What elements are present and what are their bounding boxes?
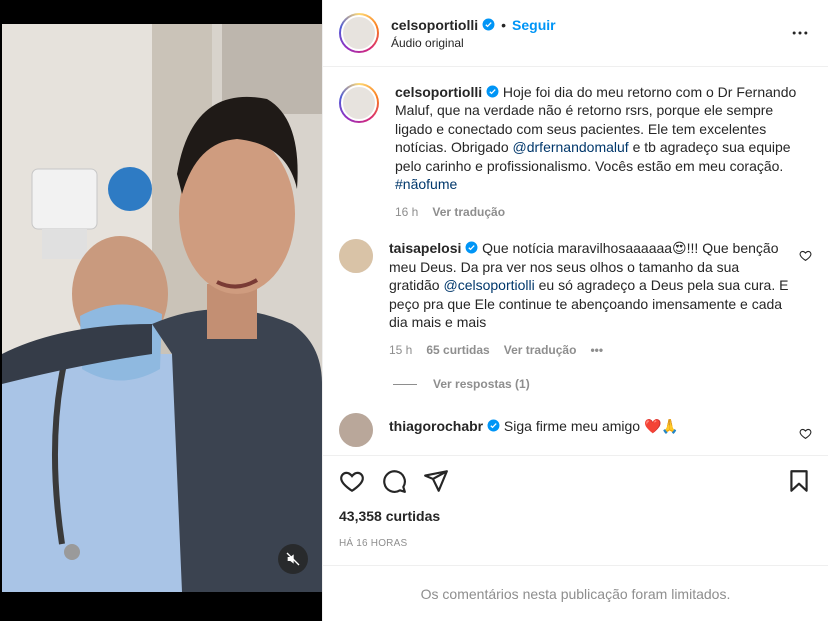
commenter-username[interactable]: taisapelosi [389,240,461,256]
comments-list: celsoportiolli Hoje foi dia do meu retor… [323,67,828,455]
caption-mention-link[interactable]: @drfernandomaluf [513,139,629,155]
view-replies-label: Ver respostas (1) [433,377,530,392]
share-icon[interactable] [423,468,449,494]
author-username[interactable]: celsoportiolli [391,17,478,33]
heart-icon[interactable] [339,468,365,494]
verified-icon [465,241,478,254]
heart-icon[interactable] [799,427,812,440]
caption-meta: 16 h Ver tradução [395,205,812,219]
view-replies-button[interactable]: Ver respostas (1) [393,377,812,391]
muted-audio-icon [286,552,300,566]
caption-text: celsoportiolli Hoje foi dia do meu retor… [395,83,812,193]
post-timestamp[interactable]: HÁ 16 HORAS [339,538,812,565]
action-icons [339,456,812,506]
translate-button[interactable]: Ver tradução [432,205,505,219]
follow-button[interactable]: Seguir [512,17,556,33]
comment-meta: 15 h 65 curtidas Ver tradução ••• [389,343,790,357]
more-options-button[interactable] [788,21,812,45]
post-actions: 43,358 curtidas HÁ 16 HORAS [323,455,828,565]
separator-dot: • [501,16,507,33]
comment-icon[interactable] [381,468,407,494]
replies-divider [393,383,417,385]
comment-item: taisapelosi Que notícia maravilhosaaaaaa… [339,239,812,357]
comment-mention-link[interactable]: @celsoportiolli [443,277,534,293]
post-video[interactable] [2,24,322,592]
verified-icon [482,18,495,31]
post-header: celsoportiolli • Seguir Áudio original [323,0,828,67]
author-avatar[interactable] [339,13,379,53]
commenter-avatar[interactable] [339,413,373,448]
commenter-username[interactable]: thiagorochabr [389,418,483,434]
more-options-icon [792,31,808,35]
caption-time[interactable]: 16 h [395,205,418,219]
comment-text: taisapelosi Que notícia maravilhosaaaaaa… [389,239,790,331]
commenter-avatar[interactable] [339,239,373,274]
caption: celsoportiolli Hoje foi dia do meu retor… [339,83,812,219]
original-audio-link[interactable]: Áudio original [391,36,788,50]
media-pane [0,0,322,621]
comment-text-part: Siga firme meu amigo ❤️🙏 [503,418,679,435]
verified-icon [487,420,500,432]
hashtag-link[interactable]: #nãofume [395,176,457,192]
verified-icon [486,85,499,98]
caption-username[interactable]: celsoportiolli [395,84,482,100]
comment-time[interactable]: 15 h [389,343,412,357]
likes-count[interactable]: 43,358 curtidas [339,508,812,524]
bookmark-icon[interactable] [786,468,812,494]
mute-toggle-button[interactable] [278,544,308,574]
post-side-panel: celsoportiolli • Seguir Áudio original c… [322,0,828,621]
comments-limited-notice: Os comentários nesta publicação foram li… [323,565,828,621]
comment-item: thiagorochabr Siga firme meu amigo ❤️🙏 [339,413,812,448]
translate-button[interactable]: Ver tradução [504,343,577,357]
video-frame [2,24,322,592]
heart-icon[interactable] [799,249,812,262]
comment-options-button[interactable]: ••• [590,343,603,357]
comment-likes[interactable]: 65 curtidas [426,343,489,357]
comment-text: thiagorochabr Siga firme meu amigo ❤️🙏 [389,417,790,435]
caption-avatar[interactable] [339,83,379,123]
